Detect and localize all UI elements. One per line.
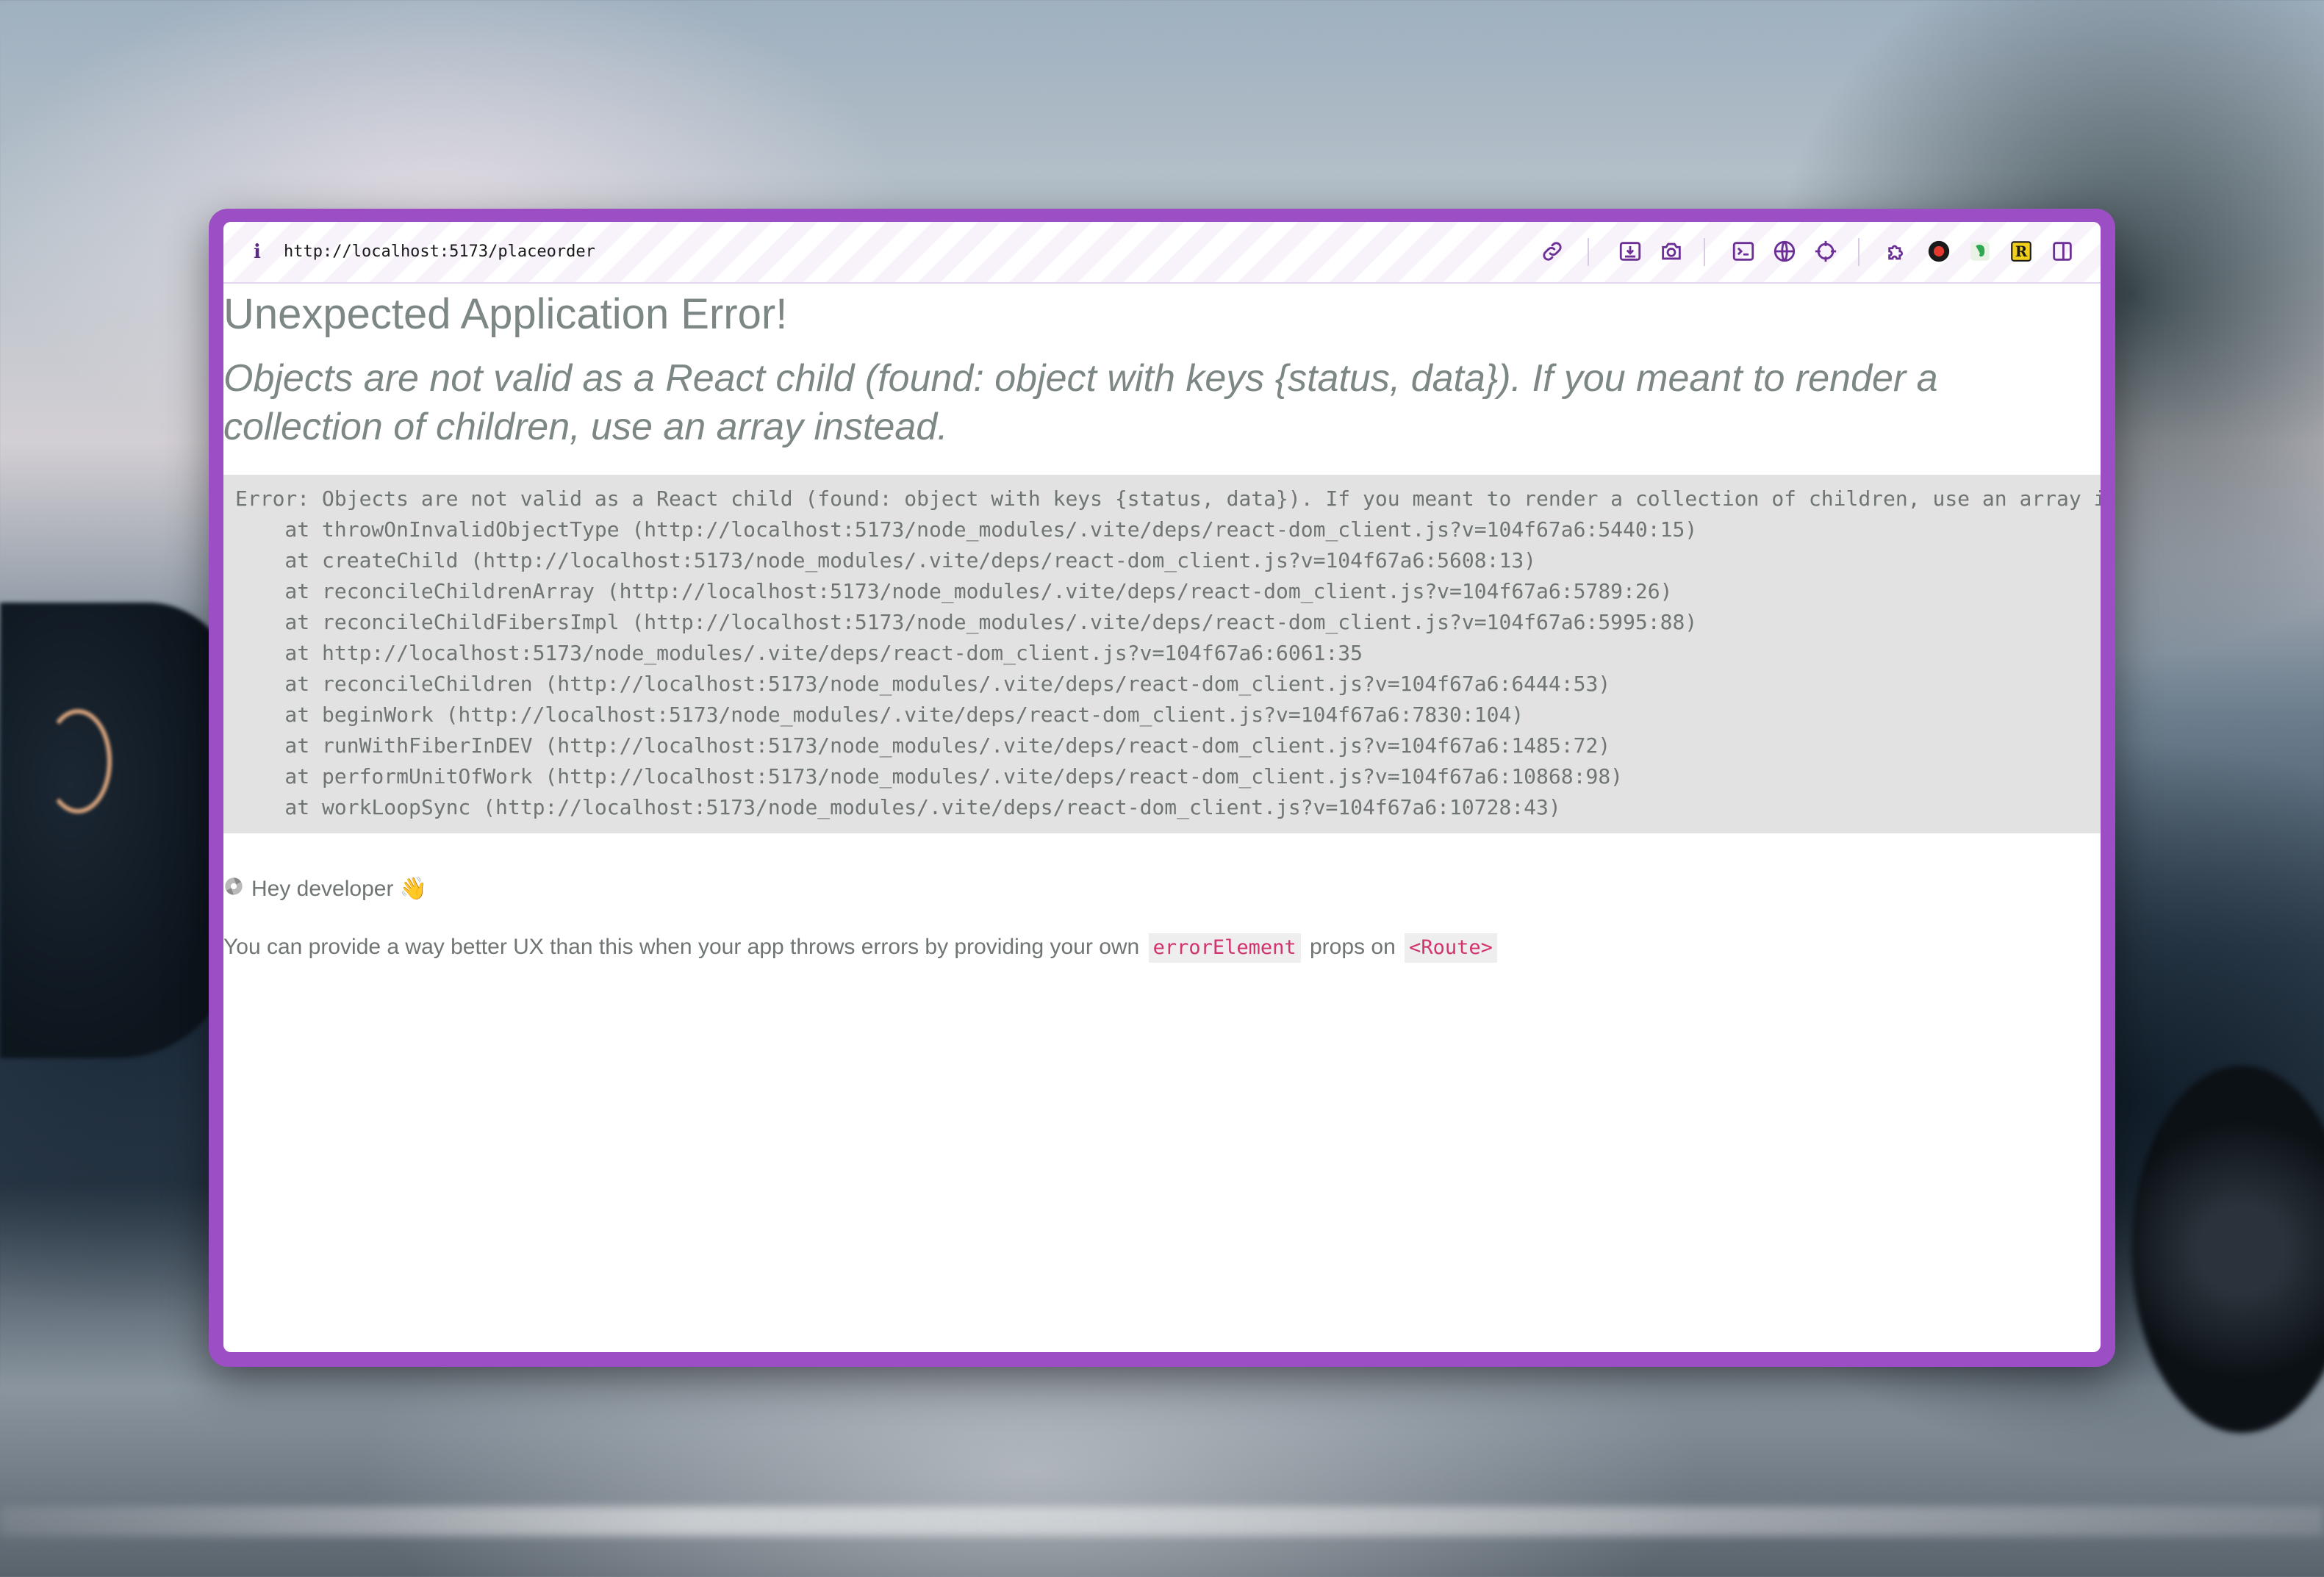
crosshair-icon[interactable]: [1811, 237, 1840, 266]
stack-line: at throwOnInvalidObjectType (http://loca…: [235, 517, 1698, 542]
stack-line: at reconcileChildFibersImpl (http://loca…: [235, 610, 1698, 634]
stack-line: at beginWork (http://localhost:5173/node…: [235, 703, 1524, 727]
puzzle-icon[interactable]: [1883, 237, 1912, 266]
toolbar-separator: [1704, 238, 1705, 266]
toolbar-separator: [1858, 238, 1859, 266]
error-element-tip: You can provide a way better UX than thi…: [223, 930, 1500, 964]
stack-line: at reconcileChildrenArray (http://localh…: [235, 579, 1673, 603]
link-icon[interactable]: [1538, 237, 1567, 266]
stack-line: at performUnitOfWork (http://localhost:5…: [235, 764, 1624, 788]
stack-line: Error: Objects are not valid as a React …: [235, 486, 2101, 511]
background-car: [0, 603, 235, 1058]
hey-developer-text: Hey developer 👋: [223, 873, 427, 905]
evernote-icon[interactable]: [1965, 237, 1995, 266]
r-extension-icon[interactable]: R: [2006, 237, 2036, 266]
tip-text: You can provide a way better UX than thi…: [223, 935, 1140, 959]
globe-icon[interactable]: [1770, 237, 1799, 266]
error-title: Unexpected Application Error!: [223, 290, 788, 338]
terminal-icon[interactable]: [1729, 237, 1758, 266]
stack-trace: Error: Objects are not valid as a React …: [223, 475, 2101, 833]
background-car-light: [44, 709, 112, 813]
browser-viewport: i http://localhost:5173/placeorder R Une…: [223, 222, 2101, 1352]
split-view-icon[interactable]: [2048, 237, 2077, 266]
info-icon[interactable]: i: [250, 238, 265, 266]
svg-text:R: R: [2015, 243, 2028, 260]
stack-line: at workLoopSync (http://localhost:5173/n…: [235, 795, 1561, 819]
camera-icon[interactable]: [1657, 237, 1686, 266]
address-bar[interactable]: http://localhost:5173/placeorder: [284, 222, 595, 282]
tip-text: props on: [1310, 935, 1396, 959]
browser-window: i http://localhost:5173/placeorder R Une…: [209, 209, 2115, 1367]
error-message: Objects are not valid as a React child (…: [223, 357, 1938, 448]
background-wheel: [2131, 1066, 2324, 1433]
stack-line: at reconcileChildren (http://localhost:5…: [235, 672, 1611, 696]
download-icon[interactable]: [1615, 237, 1645, 266]
record-icon[interactable]: [1924, 237, 1954, 266]
hey-developer-label: Hey developer 👋: [251, 877, 428, 901]
stack-line: at http://localhost:5173/node_modules/.v…: [235, 641, 1363, 665]
error-element-code: errorElement: [1148, 933, 1301, 963]
browser-toolbar: i http://localhost:5173/placeorder R: [223, 222, 2101, 284]
toolbar-separator: [1588, 238, 1589, 266]
route-code: <Route>: [1405, 933, 1497, 963]
disc-icon: [223, 874, 244, 906]
stack-line: at runWithFiberInDEV (http://localhost:5…: [235, 733, 1611, 758]
background-blur: [0, 1506, 2324, 1536]
stack-line: at createChild (http://localhost:5173/no…: [235, 548, 1537, 572]
